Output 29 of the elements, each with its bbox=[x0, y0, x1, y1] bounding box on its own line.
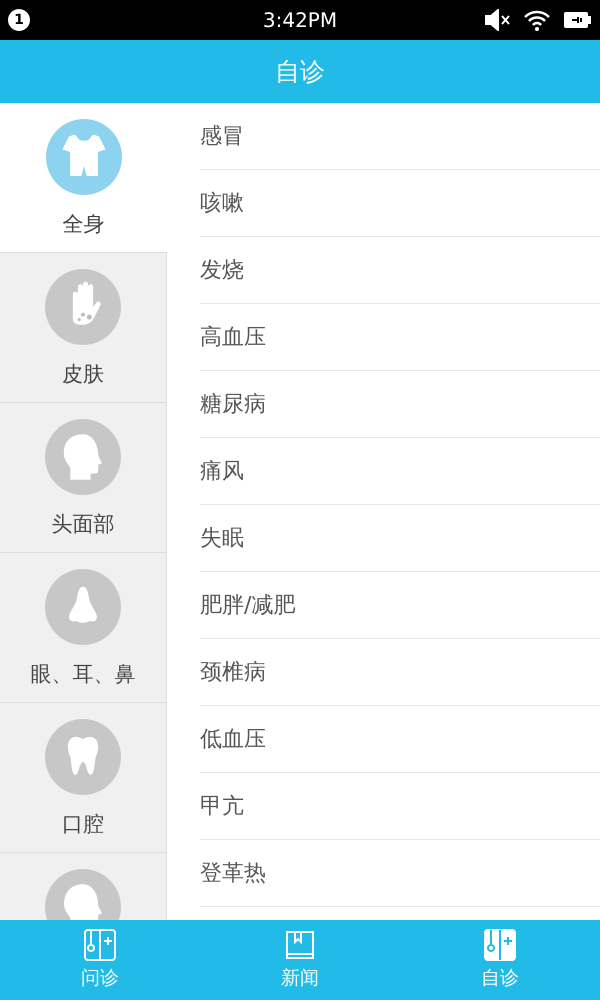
header-title: 自诊 bbox=[275, 56, 325, 88]
mute-icon bbox=[484, 9, 512, 31]
category-label: 眼、耳、鼻 bbox=[30, 661, 136, 688]
hand-icon bbox=[45, 269, 121, 345]
disease-item[interactable]: 咳嗽 bbox=[200, 170, 600, 237]
disease-item[interactable]: 甲亢 bbox=[200, 773, 600, 840]
tooth-icon bbox=[45, 719, 121, 795]
disease-item[interactable]: 肥胖/减肥 bbox=[200, 572, 600, 639]
nose-icon bbox=[45, 569, 121, 645]
wifi-icon bbox=[524, 9, 550, 31]
disease-item[interactable]: 登革热 bbox=[200, 840, 600, 907]
head-icon bbox=[45, 419, 121, 495]
category-item[interactable]: 全身 bbox=[0, 103, 167, 253]
disease-item[interactable]: 发烧 bbox=[200, 237, 600, 304]
disease-item[interactable]: 低血压 bbox=[200, 706, 600, 773]
category-label: 头面部 bbox=[52, 511, 114, 538]
category-label: 皮肤 bbox=[62, 361, 104, 388]
notification-badge: 1 bbox=[8, 9, 30, 31]
disease-item[interactable]: 感冒 bbox=[200, 103, 600, 170]
disease-item[interactable]: 高血压 bbox=[200, 304, 600, 371]
disease-item[interactable]: 糖尿病 bbox=[200, 371, 600, 438]
category-label: 全身 bbox=[62, 211, 104, 238]
category-label: 口腔 bbox=[62, 811, 104, 838]
disease-item[interactable]: 失眠 bbox=[200, 505, 600, 572]
disease-item[interactable]: 痛风 bbox=[200, 438, 600, 505]
disease-item[interactable]: 颈椎病 bbox=[200, 639, 600, 706]
battery-icon bbox=[562, 10, 592, 30]
body-icon bbox=[46, 119, 122, 195]
status-time: 3:42PM bbox=[262, 7, 338, 34]
